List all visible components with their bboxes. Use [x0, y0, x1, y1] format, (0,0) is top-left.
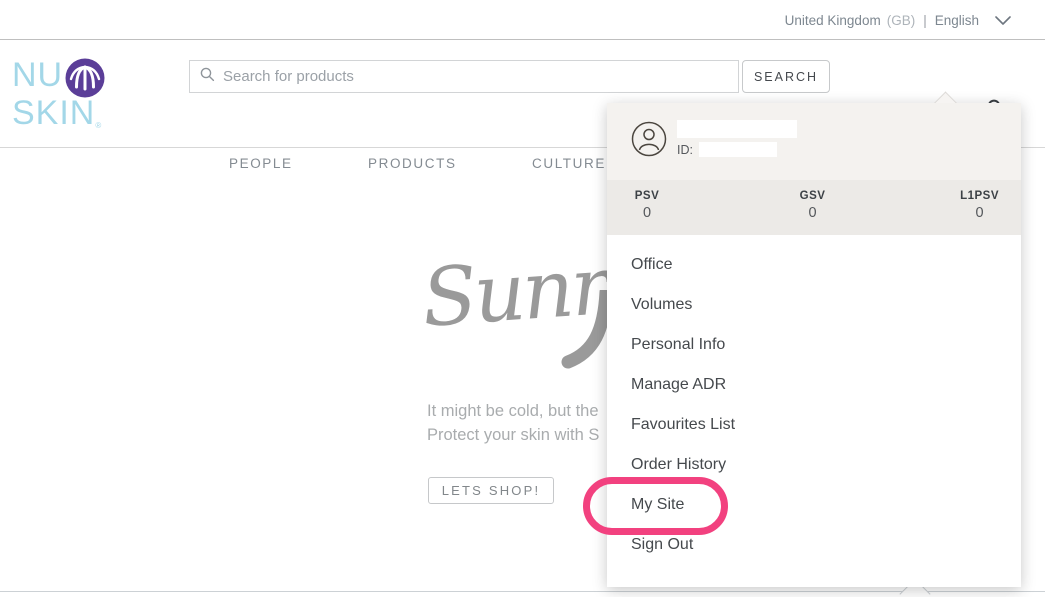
menu-item-my-site[interactable]: My Site [607, 485, 1021, 525]
locale-bar: United Kingdom (GB) | English [0, 0, 1045, 40]
search-button[interactable]: SEARCH [742, 60, 830, 93]
stat-psv-label: PSV [629, 190, 665, 202]
stat-gsv: GSV 0 [795, 190, 831, 235]
account-dropdown: ID: PSV 0 GSV 0 L1PSV 0 Office Volumes P… [607, 103, 1021, 587]
account-header: ID: [607, 103, 1021, 180]
locale-selector[interactable]: United Kingdom (GB) | English [785, 0, 1011, 40]
menu-item-favourites-list[interactable]: Favourites List [607, 405, 1021, 445]
menu-item-order-history[interactable]: Order History [607, 445, 1021, 485]
stat-psv: PSV 0 [629, 190, 665, 235]
bottom-divider [0, 591, 1045, 592]
stat-l1psv-label: L1PSV [960, 190, 999, 202]
page: United Kingdom (GB) | English NU [0, 0, 1045, 597]
fountain-icon [65, 58, 105, 98]
nav-item-products[interactable]: PRODUCTS [368, 156, 457, 171]
chevron-down-icon[interactable] [995, 16, 1011, 25]
registered-mark: ® [95, 121, 102, 130]
volume-stats: PSV 0 GSV 0 L1PSV 0 [607, 180, 1021, 235]
redacted-user-name [677, 120, 797, 138]
stat-gsv-value: 0 [795, 205, 831, 221]
menu-item-volumes[interactable]: Volumes [607, 285, 1021, 325]
menu-item-sign-out[interactable]: Sign Out [607, 525, 1021, 565]
nuskin-logo[interactable]: NU SKIN® [12, 60, 108, 129]
nav-item-people[interactable]: PEOPLE [229, 156, 293, 171]
logo-line2: SKIN [12, 94, 95, 132]
search-box [189, 60, 739, 93]
country-label: United Kingdom [785, 13, 881, 28]
stat-gsv-label: GSV [795, 190, 831, 202]
nav-item-culture[interactable]: CULTURE [532, 156, 606, 171]
id-label: ID: [677, 143, 693, 157]
country-code: (GB) [887, 13, 916, 28]
lets-shop-button[interactable]: LETS SHOP! [428, 477, 554, 504]
locale-separator: | [921, 13, 929, 28]
menu-item-personal-info[interactable]: Personal Info [607, 325, 1021, 365]
stat-l1psv-value: 0 [960, 205, 999, 221]
redacted-user-id [699, 142, 777, 157]
language-label: English [935, 13, 979, 28]
search-icon [200, 67, 215, 87]
avatar-icon [631, 121, 667, 157]
logo-line1: NU [12, 60, 63, 91]
menu-item-office[interactable]: Office [607, 245, 1021, 285]
stat-psv-value: 0 [629, 205, 665, 221]
search-input[interactable] [223, 68, 738, 85]
menu-item-manage-adr[interactable]: Manage ADR [607, 365, 1021, 405]
account-menu-list: Office Volumes Personal Info Manage ADR … [607, 235, 1021, 577]
stat-l1psv: L1PSV 0 [960, 190, 999, 235]
